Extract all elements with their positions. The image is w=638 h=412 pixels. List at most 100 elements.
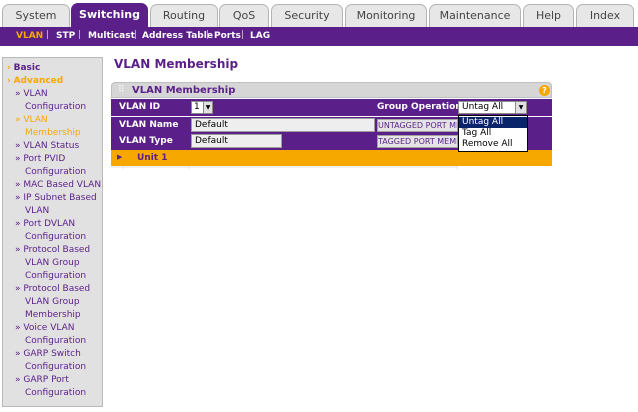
sidebar-basic[interactable]: › Basic [7,62,40,75]
bullet-icon: » [15,349,21,359]
sidebar-item-vlan-status[interactable]: » VLAN Status [15,140,79,153]
bullet-icon: » [15,219,21,229]
sidebar-item-vlan-membership[interactable]: » VLAN Membership [15,114,81,140]
sidebar-basic-label: Basic [13,63,41,73]
sidebar: › Basic › Advanced » VLAN Configuration … [2,57,103,407]
expand-arrow-icon: ▶ [117,153,123,161]
sidebar-item-label: IP Subnet Based [23,193,97,203]
vlan-id-value: 1 [194,102,200,112]
sidebar-item-label: Voice VLAN [23,323,75,333]
tab-maintenance[interactable]: Maintenance [429,4,521,27]
sidebar-item-label: Protocol Based [23,245,91,255]
sidebar-item-vlan-configuration[interactable]: » VLAN Configuration [15,88,86,114]
tagged-port-members-button[interactable]: TAGGED PORT MEMBERS [377,135,458,148]
help-icon[interactable]: ? [539,85,550,96]
bullet-icon: » [15,180,21,190]
sidebar-item-port-dvlan[interactable]: » Port DVLAN Configuration [15,218,86,244]
sidebar-item-mac-based-vlan[interactable]: » MAC Based VLAN [15,179,101,192]
port-grid-separator [111,166,458,169]
bullet-icon: » [15,284,21,294]
bullet-icon: » [15,141,21,151]
subnav-separator: | [206,30,210,40]
sidebar-item-label: Configuration [25,362,87,372]
bullet-icon: » [15,115,21,125]
option-remove-all[interactable]: Remove All [459,139,527,150]
vlan-id-label: VLAN ID [119,102,161,112]
chevron-down-icon: › [7,76,11,86]
bullet-icon: » [15,89,21,99]
vlan-name-label: VLAN Name [119,120,179,130]
sidebar-item-label: GARP Switch [23,349,81,359]
subnav-lag[interactable]: LAG [250,31,270,41]
tab-security[interactable]: Security [271,4,343,27]
sidebar-item-label: Configuration [25,102,87,112]
group-operation-label: Group Operation [377,102,462,112]
subnav-separator: | [134,30,138,40]
sidebar-advanced[interactable]: › Advanced [7,75,63,88]
chevron-down-icon: ▼ [203,102,212,113]
sidebar-item-label: Membership [25,310,81,320]
subnav-stp[interactable]: STP [56,31,75,41]
untagged-port-members-button[interactable]: UNTAGGED PORT MEMBERS [377,119,458,132]
panel-title: VLAN Membership [132,85,236,96]
sidebar-item-label: Configuration [25,271,87,281]
bullet-icon: » [15,245,21,255]
sidebar-item-label: Protocol Based [23,284,91,294]
sidebar-item-label: VLAN [25,206,50,216]
tab-help[interactable]: Help [523,4,574,27]
tab-qos[interactable]: QoS [219,4,269,27]
main-tab-bar: System Switching Routing QoS Security Mo… [0,0,638,27]
subnav-separator: | [78,30,82,40]
sidebar-advanced-label: Advanced [13,76,64,86]
subnav-multicast[interactable]: Multicast [88,31,135,41]
sidebar-item-label: Configuration [25,388,87,398]
group-operation-select[interactable]: Untag All ▼ [458,101,527,114]
vlan-type-field: Default [191,134,282,148]
subnav-ports[interactable]: Ports [214,31,241,41]
sidebar-item-garp-port[interactable]: » GARP Port Configuration [15,374,86,400]
unit-row[interactable]: ▶ Unit 1 [111,150,552,166]
subnav-vlan[interactable]: VLAN [16,31,43,41]
tab-switching[interactable]: Switching [71,3,148,27]
subnav-separator: | [241,30,245,40]
sidebar-item-label: VLAN Status [23,141,80,151]
tab-index[interactable]: Index [576,4,634,27]
bullet-icon: » [15,154,21,164]
tab-system[interactable]: System [2,4,70,27]
vlan-id-select[interactable]: 1 ▼ [191,101,213,114]
page-title: VLAN Membership [114,57,239,71]
panel-header: ⠿ VLAN Membership ? [111,82,552,98]
sidebar-item-label: Configuration [25,232,87,242]
vlan-name-field[interactable]: Default [191,118,375,132]
bullet-icon: » [15,193,21,203]
sidebar-item-port-pvid[interactable]: » Port PVID Configuration [15,153,86,179]
option-tag-all[interactable]: Tag All [459,128,527,139]
subnav-address-table[interactable]: Address Table [142,31,213,41]
sidebar-item-label: Configuration [25,167,87,177]
sidebar-item-ip-subnet-vlan[interactable]: » IP Subnet Based VLAN [15,192,97,218]
sidebar-item-voice-vlan[interactable]: » Voice VLAN Configuration [15,322,86,348]
vlan-type-label: VLAN Type [119,136,173,146]
sidebar-item-label: Port PVID [23,154,66,164]
sub-nav-bar: VLAN | STP | Multicast | Address Table |… [0,27,638,46]
unit-label: Unit 1 [137,153,168,163]
sidebar-item-label: VLAN [23,89,48,99]
bullet-icon: » [15,323,21,333]
tab-routing[interactable]: Routing [150,4,218,27]
group-operation-options: Untag All Tag All Remove All [458,115,528,152]
sidebar-item-label: VLAN Group [25,297,80,307]
sidebar-item-label: GARP Port [23,375,69,385]
group-operation-value: Untag All [462,102,504,112]
sidebar-item-protocol-group-membership[interactable]: » Protocol Based VLAN Group Membership [15,283,90,322]
sidebar-item-label: VLAN [23,115,48,125]
sidebar-item-protocol-group-config[interactable]: » Protocol Based VLAN Group Configuratio… [15,244,90,283]
sidebar-item-garp-switch[interactable]: » GARP Switch Configuration [15,348,86,374]
sidebar-item-label: Configuration [25,336,87,346]
sidebar-item-label: Membership [25,128,81,138]
tab-monitoring[interactable]: Monitoring [345,4,427,27]
grip-icon: ⠿ [118,85,125,95]
sidebar-item-label: Port DVLAN [23,219,76,229]
option-untag-all[interactable]: Untag All [459,117,527,128]
chevron-right-icon: › [7,63,11,73]
chevron-down-icon: ▼ [515,102,526,113]
